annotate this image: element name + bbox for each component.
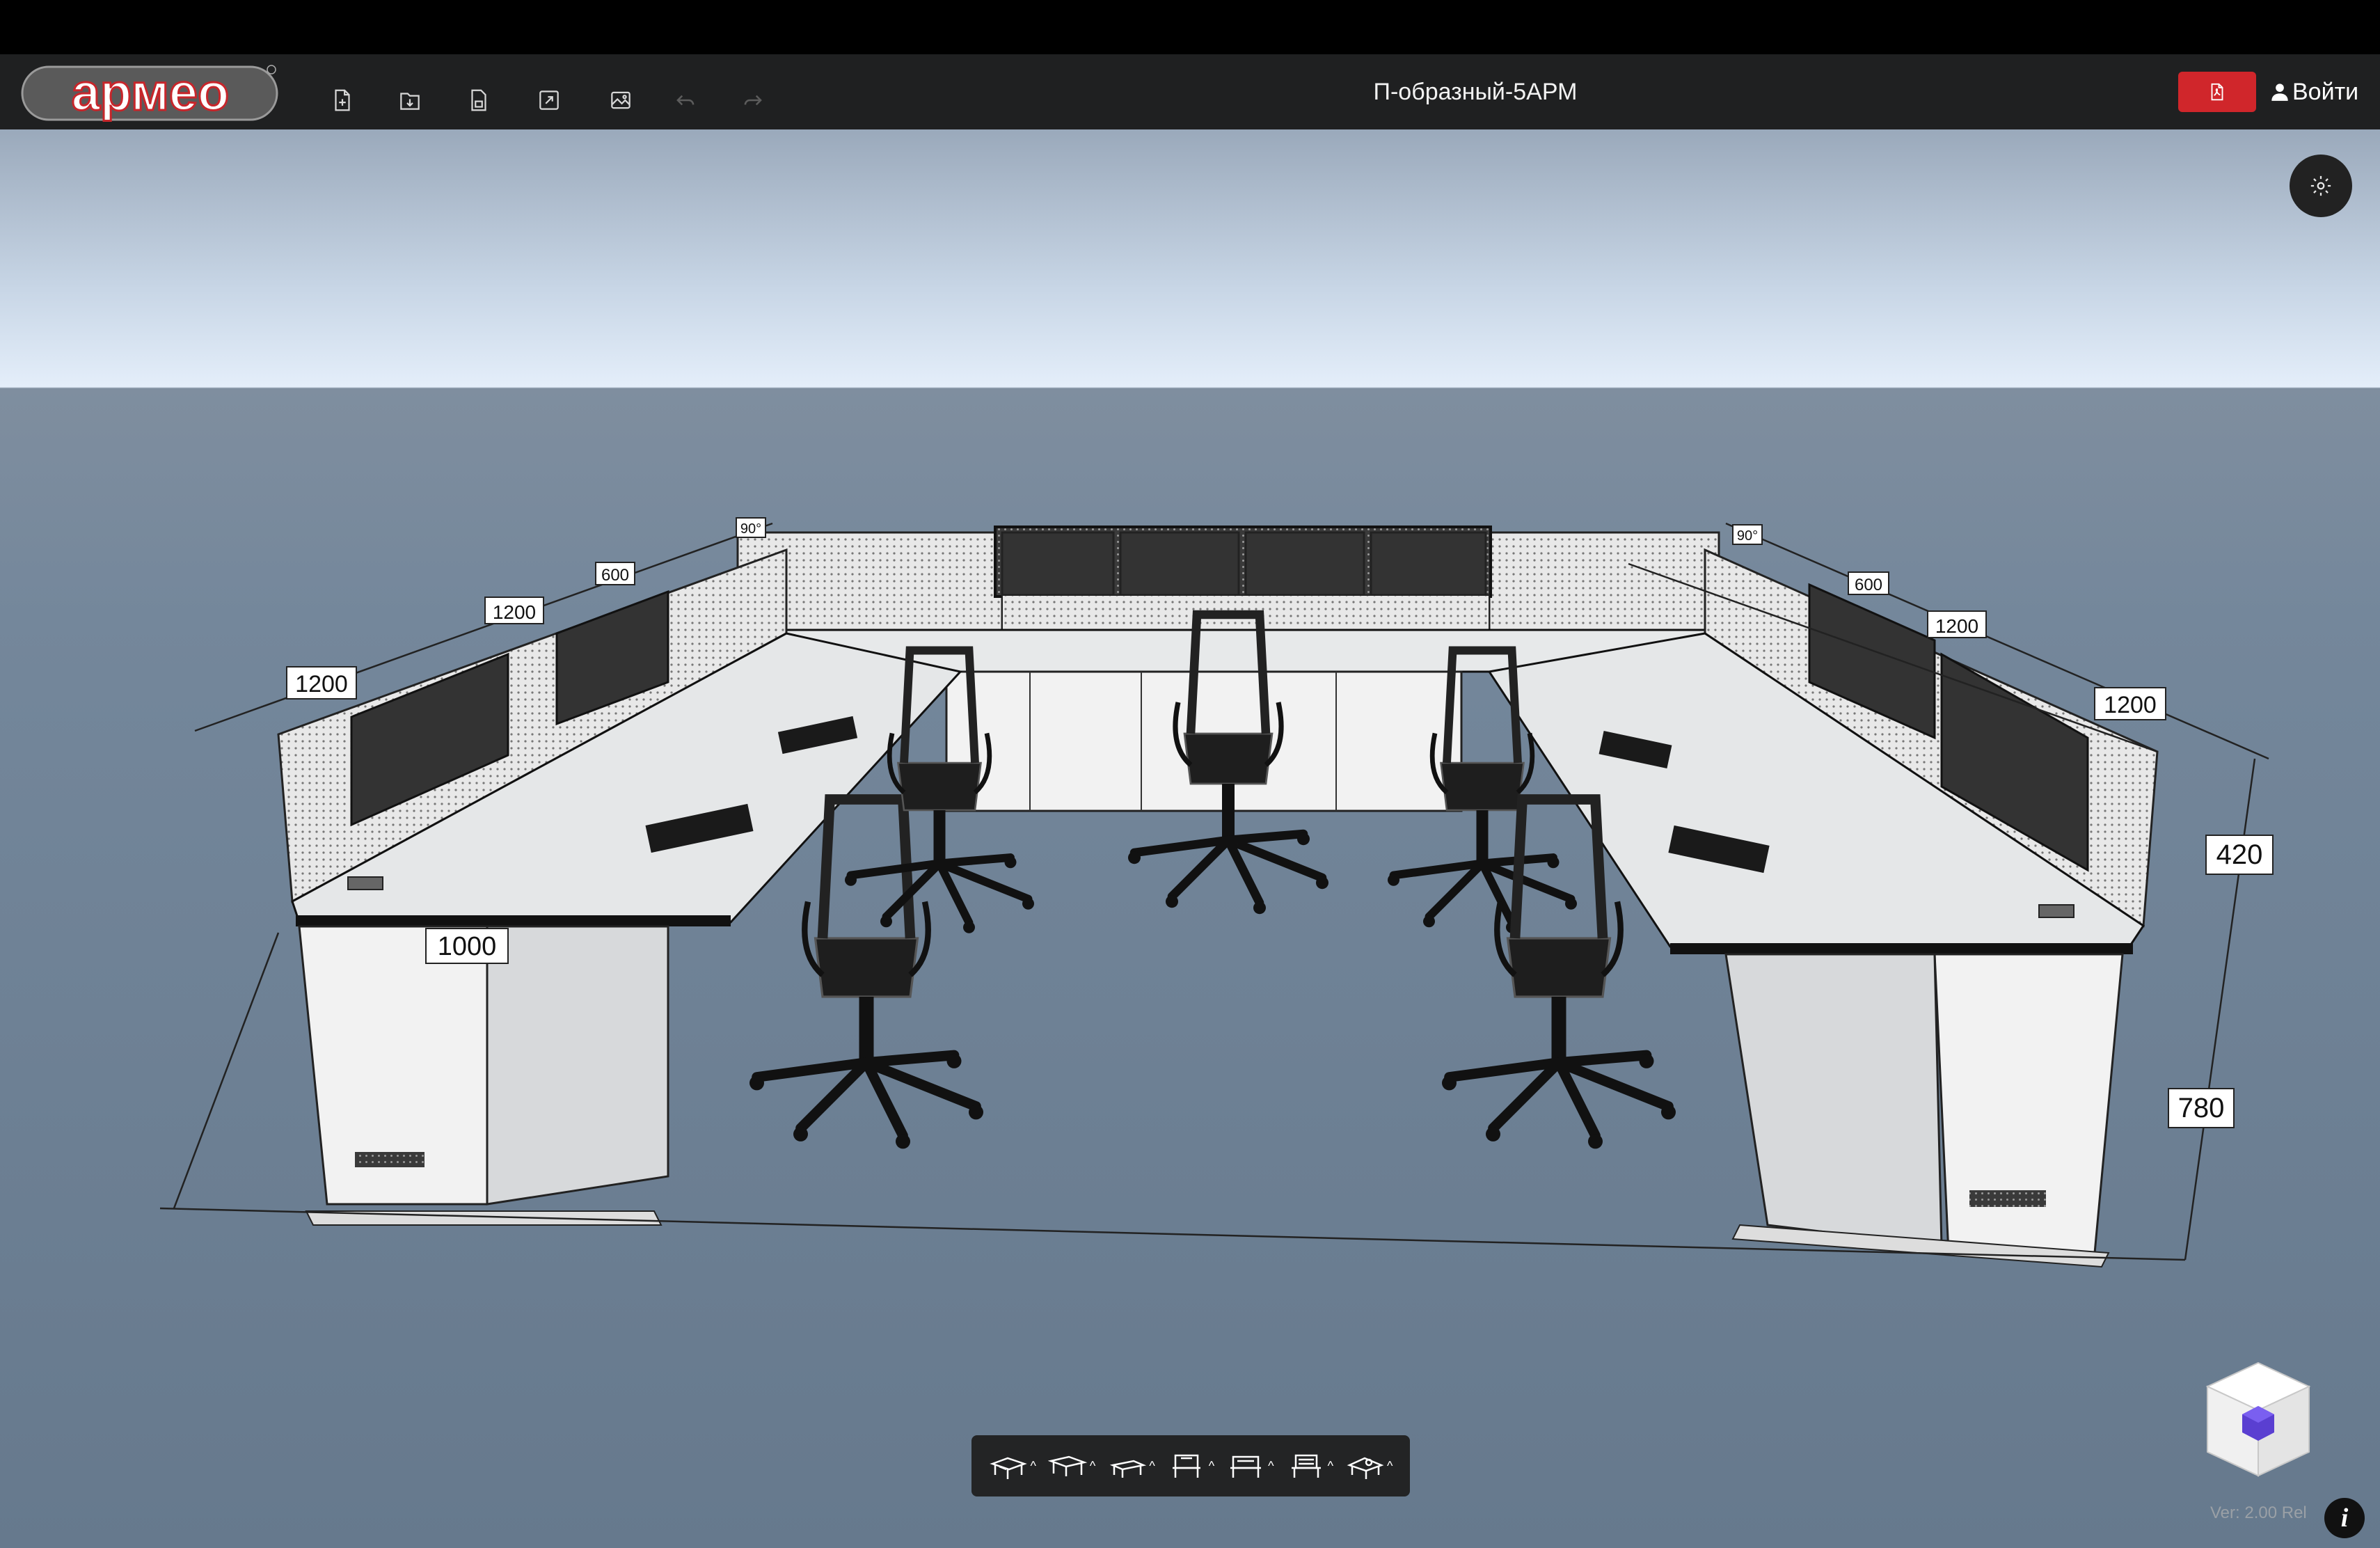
gear-icon	[2310, 175, 2331, 196]
dim-left-angle: 90°	[740, 521, 761, 537]
view-mode-4-icon	[1172, 1454, 1200, 1478]
dim-left-small: 600	[601, 566, 629, 585]
user-icon	[2271, 84, 2288, 101]
view-mode-toolbar: ^ ^ ^ ^ ^ ^ ^	[971, 1435, 1410, 1496]
dim-depth: 1000	[438, 932, 497, 961]
view-mode-7[interactable]: ^	[1345, 1450, 1393, 1482]
dim-desk-height: 780	[2178, 1093, 2225, 1123]
dim-right-angle: 90°	[1737, 528, 1758, 544]
view-mode-4[interactable]: ^	[1167, 1450, 1214, 1482]
view-mode-1[interactable]: ^	[988, 1450, 1036, 1482]
redo-icon[interactable]	[731, 78, 775, 123]
dim-left-front: 1200	[295, 671, 348, 697]
dim-left-mid: 1200	[493, 601, 536, 623]
view-mode-2-icon	[1047, 1455, 1088, 1476]
new-file-icon[interactable]	[320, 78, 365, 123]
workstation-scene[interactable]: 1200 1200 600 90° 90° 600 1200 1200 1000…	[0, 129, 2380, 1548]
dim-right-small: 600	[1855, 576, 1882, 594]
login-label: Войти	[2292, 78, 2359, 105]
logo-text: армео	[72, 63, 229, 121]
view-mode-7-icon	[1347, 1457, 1384, 1479]
view-mode-2[interactable]: ^	[1047, 1450, 1095, 1482]
view-mode-1-icon	[990, 1457, 1028, 1479]
view-mode-6-icon	[1291, 1454, 1321, 1478]
save-icon[interactable]	[457, 78, 501, 123]
view-mode-3-icon	[1110, 1460, 1147, 1478]
view-mode-5-icon	[1230, 1455, 1262, 1478]
fullscreen-icon[interactable]	[527, 78, 571, 123]
image-export-icon[interactable]	[598, 78, 643, 123]
view-mode-5[interactable]: ^	[1226, 1450, 1274, 1482]
version-label: Ver: 2.00 Rel	[2210, 1503, 2307, 1522]
view-mode-3[interactable]: ^	[1107, 1450, 1155, 1482]
os-title-bar	[0, 0, 2380, 54]
dim-right-front: 1200	[2104, 692, 2157, 718]
view-mode-6[interactable]: ^	[1286, 1450, 1333, 1482]
3d-viewport[interactable]: 1200 1200 600 90° 90° 600 1200 1200 1000…	[0, 129, 2380, 1548]
info-button[interactable]: i	[2324, 1498, 2365, 1538]
dim-panel-height: 420	[2216, 839, 2263, 870]
navigation-cube[interactable]	[2199, 1357, 2317, 1483]
export-pdf-button[interactable]	[2178, 72, 2256, 112]
settings-button[interactable]	[2290, 155, 2352, 217]
open-folder-icon[interactable]	[388, 78, 432, 123]
project-title: П-образный-5АРМ	[1373, 79, 1578, 105]
dim-right-mid: 1200	[1935, 615, 1978, 637]
pdf-icon	[2211, 83, 2223, 101]
login-button[interactable]: Войти	[2270, 72, 2358, 112]
armeo-logo[interactable]: армео	[21, 63, 280, 123]
undo-icon[interactable]	[663, 78, 708, 123]
